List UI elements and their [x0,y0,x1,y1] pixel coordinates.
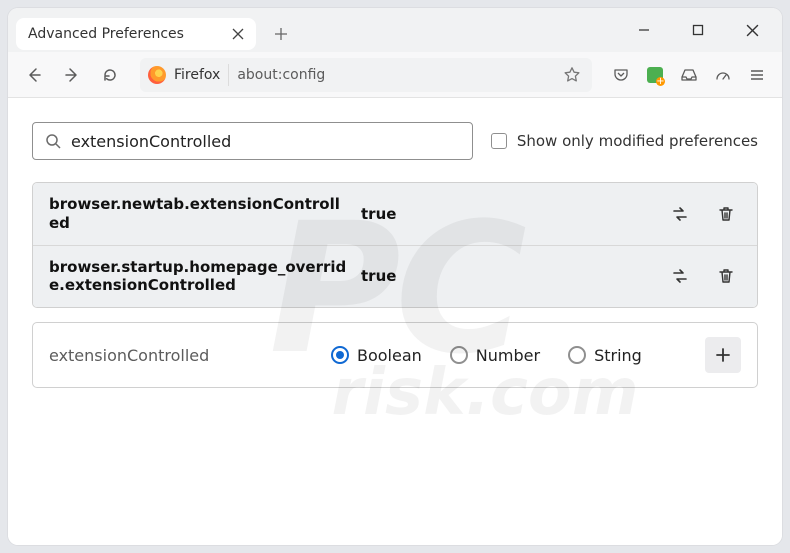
extension-icon [647,67,663,83]
preference-value: true [361,267,396,285]
preference-name: browser.newtab.extensionControlled [49,195,349,233]
add-preference-row: extensionControlled Boolean Number Strin… [32,322,758,388]
add-preference-name: extensionControlled [49,346,309,365]
url-bar[interactable]: Firefox about:config [140,58,592,92]
pocket-button[interactable] [606,60,636,90]
delete-button[interactable] [711,261,741,291]
radio-icon [450,346,468,364]
plus-icon [715,347,731,363]
toggle-button[interactable] [665,199,695,229]
inbox-icon [680,66,698,84]
trash-icon [717,205,735,223]
minimize-icon [638,24,650,36]
preference-actions [665,199,741,229]
toggle-icon [670,266,690,286]
about-config-content: extensionControlled Show only modified p… [8,98,782,545]
close-icon [746,24,759,37]
search-icon [45,133,61,149]
preference-row[interactable]: browser.startup.homepage_override.extens… [33,245,757,308]
toggle-icon [670,204,690,224]
new-tab-button[interactable] [266,19,296,49]
firefox-logo-icon [148,66,166,84]
inbox-button[interactable] [674,60,704,90]
titlebar: Advanced Preferences [8,8,782,52]
preference-value: true [361,205,396,223]
active-tab[interactable]: Advanced Preferences [16,18,256,50]
arrow-left-icon [25,66,43,84]
reload-button[interactable] [94,59,126,91]
type-radio-group: Boolean Number String [331,346,683,365]
toolbar-icons [606,60,772,90]
gauge-icon [714,66,732,84]
close-window-button[interactable] [730,11,774,49]
radio-label: Boolean [357,346,422,365]
radio-string[interactable]: String [568,346,642,365]
minimize-button[interactable] [622,11,666,49]
identity-label: Firefox [174,67,220,83]
maximize-button[interactable] [676,11,720,49]
checkbox-icon [491,133,507,149]
search-value: extensionControlled [71,132,231,151]
radio-boolean[interactable]: Boolean [331,346,422,365]
radio-label: Number [476,346,540,365]
maximize-icon [692,24,704,36]
tab-title: Advanced Preferences [28,26,184,42]
window-controls [622,11,782,49]
app-menu-button[interactable] [742,60,772,90]
back-button[interactable] [18,59,50,91]
preference-actions [665,261,741,291]
radio-number[interactable]: Number [450,346,540,365]
plus-icon [274,27,288,41]
separator [228,64,229,86]
preference-row[interactable]: browser.newtab.extensionControlled true [33,183,757,245]
toggle-button[interactable] [665,261,695,291]
radio-icon [568,346,586,364]
pocket-icon [612,66,630,84]
search-input[interactable]: extensionControlled [32,122,473,160]
reload-icon [101,66,119,84]
delete-button[interactable] [711,199,741,229]
browser-window: Advanced Preferences [8,8,782,545]
nav-toolbar: Firefox about:config [8,52,782,98]
radio-icon [331,346,349,364]
trash-icon [717,267,735,285]
forward-button[interactable] [56,59,88,91]
star-icon [563,66,581,84]
bookmark-button[interactable] [558,61,586,89]
show-modified-label: Show only modified preferences [517,132,758,150]
radio-label: String [594,346,642,365]
close-icon [232,28,244,40]
extension-button[interactable] [640,60,670,90]
search-row: extensionControlled Show only modified p… [32,122,758,160]
url-text: about:config [237,67,325,83]
show-modified-toggle[interactable]: Show only modified preferences [491,132,758,150]
close-tab-button[interactable] [226,22,250,46]
add-button[interactable] [705,337,741,373]
hamburger-icon [748,66,766,84]
preference-name: browser.startup.homepage_override.extens… [49,258,349,296]
arrow-right-icon [63,66,81,84]
shield-button[interactable] [708,60,738,90]
preferences-list: browser.newtab.extensionControlled true … [32,182,758,308]
